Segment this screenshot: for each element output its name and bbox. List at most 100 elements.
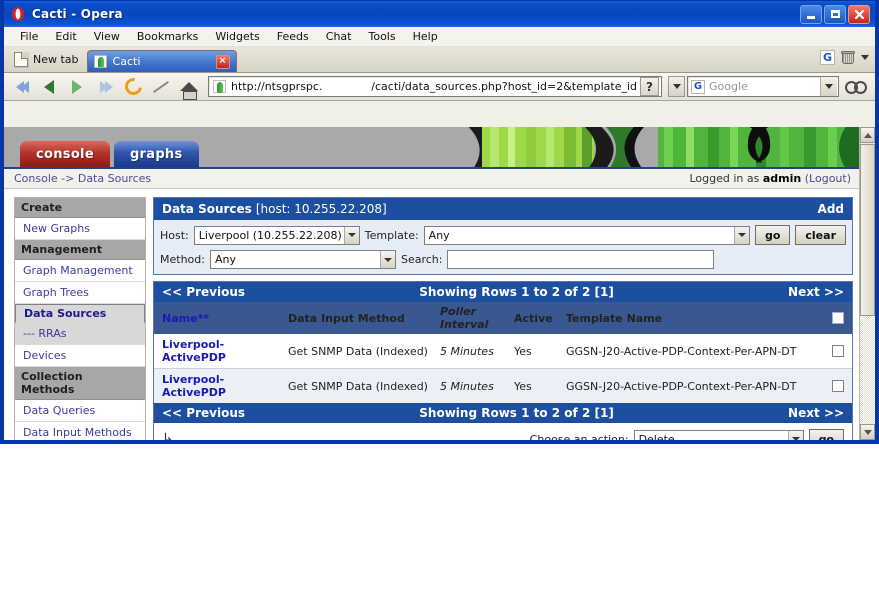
close-button[interactable] bbox=[848, 4, 870, 24]
previous-link-bottom[interactable]: << Previous bbox=[162, 406, 245, 420]
chevron-down-icon[interactable] bbox=[733, 226, 749, 244]
sidebar-item-data-input-methods[interactable]: Data Input Methods bbox=[15, 422, 145, 440]
address-host: http://ntsgprspc. bbox=[231, 80, 323, 93]
search-bar[interactable]: G Google bbox=[687, 76, 839, 97]
forward-button[interactable] bbox=[64, 75, 90, 99]
chevron-down-icon[interactable] bbox=[343, 226, 359, 244]
filter-box: Host: Liverpool (10.255.22.208) Template… bbox=[154, 220, 852, 274]
sidebar-item-data-sources[interactable]: Data Sources bbox=[15, 304, 145, 323]
sidebar-section-management: Management bbox=[15, 240, 145, 260]
add-link[interactable]: Add bbox=[818, 202, 844, 216]
search-input[interactable] bbox=[447, 250, 715, 269]
menu-item-file[interactable]: File bbox=[12, 28, 46, 45]
new-page-icon bbox=[14, 52, 28, 67]
cell-name[interactable]: Liverpool-ActivePDP bbox=[162, 338, 288, 364]
method-select[interactable]: Any bbox=[209, 250, 396, 269]
sidebar-item-graph-management[interactable]: Graph Management bbox=[15, 260, 145, 282]
table-row[interactable]: Liverpool-ActivePDP Get SNMP Data (Index… bbox=[154, 368, 852, 403]
breadcrumb[interactable]: Console -> Data Sources bbox=[14, 172, 151, 185]
sidebar-item-data-queries[interactable]: Data Queries bbox=[15, 400, 145, 422]
search-engine-google-g-icon[interactable]: G bbox=[691, 79, 705, 94]
sidebar-section-collection-methods: Collection Methods bbox=[15, 367, 145, 400]
sidebar-item-new-graphs[interactable]: New Graphs bbox=[15, 218, 145, 240]
main-content: Data Sources [host: 10.255.22.208] Add H… bbox=[153, 197, 853, 440]
trash-icon[interactable] bbox=[841, 50, 855, 65]
next-link-bottom[interactable]: Next >> bbox=[788, 406, 844, 420]
chevron-down-icon[interactable] bbox=[861, 55, 869, 60]
sidebar-section-create: Create bbox=[15, 198, 145, 218]
host-select[interactable]: Liverpool (10.255.22.208) bbox=[193, 225, 360, 245]
menu-item-tools[interactable]: Tools bbox=[360, 28, 403, 45]
template-label: Template: bbox=[364, 228, 419, 242]
address-dropdown-button[interactable] bbox=[668, 76, 685, 97]
menu-item-view[interactable]: View bbox=[86, 28, 128, 45]
cacti-tab-console[interactable]: console bbox=[20, 141, 110, 167]
reload-button[interactable] bbox=[120, 74, 146, 99]
clear-button[interactable]: clear bbox=[795, 225, 846, 245]
action-select[interactable]: Delete bbox=[633, 429, 804, 440]
select-all-checkbox[interactable] bbox=[832, 312, 844, 324]
address-bar[interactable]: http://ntsgprspc. /cacti/data_sources.ph… bbox=[208, 76, 662, 97]
cell-name[interactable]: Liverpool-ActivePDP bbox=[162, 373, 288, 399]
fast-forward-button[interactable] bbox=[92, 75, 118, 99]
tab-close-icon[interactable]: × bbox=[215, 54, 230, 69]
next-link-top[interactable]: Next >> bbox=[788, 285, 844, 299]
menu-item-chat[interactable]: Chat bbox=[318, 28, 360, 45]
column-header-name[interactable]: Name** bbox=[162, 312, 288, 325]
cell-template-name: GGSN-J20-Active-PDP-Context-Per-APN-DT bbox=[566, 379, 797, 393]
filter-row-2: Method: Any Search: bbox=[160, 250, 846, 269]
edit-button[interactable] bbox=[148, 75, 174, 99]
menu-bar: File Edit View Bookmarks Widgets Feeds C… bbox=[4, 27, 875, 47]
menu-item-bookmarks[interactable]: Bookmarks bbox=[129, 28, 206, 45]
new-tab-button[interactable]: New tab bbox=[12, 52, 87, 72]
pager-top: << Previous Showing Rows 1 to 2 of 2 [1]… bbox=[154, 282, 852, 302]
action-go-button[interactable]: go bbox=[808, 429, 844, 440]
logout-link[interactable]: (Logout) bbox=[805, 172, 851, 185]
back-button[interactable] bbox=[36, 75, 62, 99]
minimize-button[interactable] bbox=[800, 4, 822, 24]
menu-item-widgets[interactable]: Widgets bbox=[207, 28, 267, 45]
template-select[interactable]: Any bbox=[423, 225, 750, 245]
column-header-active[interactable]: Active bbox=[514, 312, 566, 325]
opera-logo-icon bbox=[10, 6, 26, 22]
maximize-button[interactable] bbox=[824, 4, 846, 24]
menu-item-edit[interactable]: Edit bbox=[47, 28, 84, 45]
tab-cacti[interactable]: Cacti × bbox=[86, 50, 237, 72]
session-prefix: Logged in as bbox=[689, 172, 760, 185]
scroll-down-button[interactable] bbox=[860, 424, 875, 440]
go-button[interactable]: go bbox=[754, 225, 791, 245]
cactus-banner-image bbox=[294, 127, 859, 167]
address-path: /cacti/data_sources.php?host_id=2&templa… bbox=[371, 80, 637, 93]
filter-row-1: Host: Liverpool (10.255.22.208) Template… bbox=[160, 225, 846, 245]
corner-arrow-icon: ↳ bbox=[162, 431, 174, 440]
glasses-icon[interactable] bbox=[845, 79, 867, 95]
chevron-down-icon[interactable] bbox=[787, 430, 803, 440]
fast-rewind-button[interactable] bbox=[8, 75, 34, 99]
row-checkbox[interactable] bbox=[832, 345, 844, 357]
column-header-data-input-method[interactable]: Data Input Method bbox=[288, 312, 440, 325]
scrollbar-thumb[interactable] bbox=[860, 144, 875, 316]
cacti-banner: console graphs bbox=[4, 127, 859, 169]
previous-link-top[interactable]: << Previous bbox=[162, 285, 245, 299]
panel-title: Data Sources bbox=[162, 202, 252, 216]
table-row[interactable]: Liverpool-ActivePDP Get SNMP Data (Index… bbox=[154, 334, 852, 368]
page-scrollbar-vertical[interactable] bbox=[859, 127, 875, 440]
google-g-icon[interactable]: G bbox=[820, 50, 835, 65]
sidebar-item-rras[interactable]: --- RRAs bbox=[15, 323, 145, 345]
window-title: Cacti - Opera bbox=[32, 7, 123, 21]
sidebar-item-devices[interactable]: Devices bbox=[15, 345, 145, 367]
chevron-down-icon[interactable] bbox=[379, 251, 395, 268]
scroll-up-button[interactable] bbox=[860, 127, 875, 143]
column-header-poller-interval[interactable]: Poller Interval bbox=[440, 305, 514, 331]
address-favicon bbox=[213, 80, 226, 93]
search-engine-dropdown[interactable] bbox=[820, 77, 837, 96]
row-checkbox[interactable] bbox=[832, 380, 844, 392]
menu-item-feeds[interactable]: Feeds bbox=[269, 28, 317, 45]
menu-item-help[interactable]: Help bbox=[405, 28, 446, 45]
cacti-tab-graphs[interactable]: graphs bbox=[113, 141, 199, 167]
address-help-button[interactable]: ? bbox=[640, 77, 659, 96]
home-button[interactable] bbox=[176, 75, 202, 100]
column-header-template-name[interactable]: Template Name bbox=[566, 312, 826, 325]
window-controls bbox=[800, 4, 870, 24]
sidebar-item-graph-trees[interactable]: Graph Trees bbox=[15, 282, 145, 304]
